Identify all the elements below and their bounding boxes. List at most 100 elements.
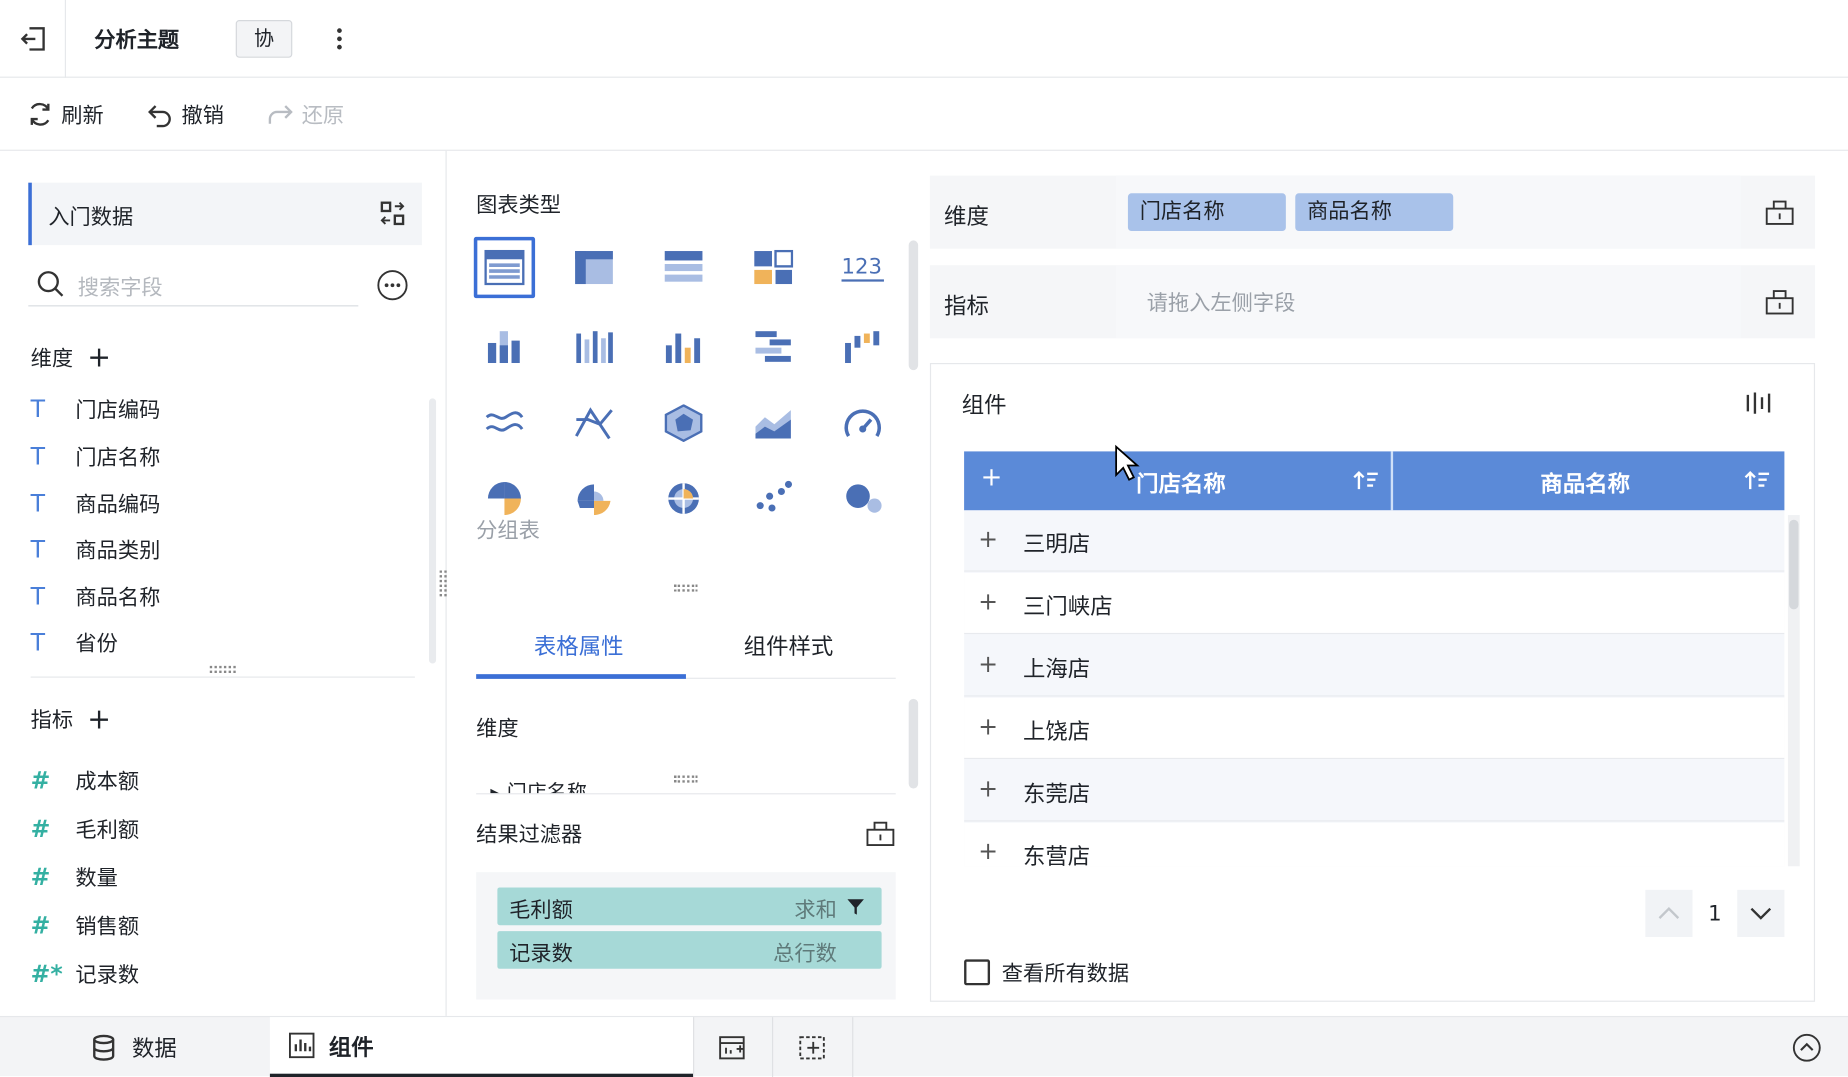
tab-table-properties[interactable]: 表格属性 xyxy=(534,629,624,661)
table-scrollbar[interactable] xyxy=(1787,515,1800,867)
chart-type-group-table[interactable] xyxy=(473,236,536,299)
resize-handle[interactable] xyxy=(674,584,698,592)
tab-component-style[interactable]: 组件样式 xyxy=(744,629,834,661)
add-measure-icon[interactable]: + xyxy=(87,705,111,733)
measure-field[interactable]: # 数量 xyxy=(31,862,118,893)
undo-label: 撤销 xyxy=(181,103,224,129)
chart-type-gauge[interactable] xyxy=(832,392,893,453)
chart-type-waterfall[interactable] xyxy=(832,316,893,377)
measure-field[interactable]: # 毛利额 xyxy=(31,813,139,844)
filter-pill[interactable]: 记录数 总行数 xyxy=(497,931,882,969)
chart-type-dashboard[interactable] xyxy=(743,237,804,298)
switch-dataset-icon[interactable] xyxy=(378,199,406,227)
dimension-settings-icon[interactable] xyxy=(1764,197,1795,228)
exit-button[interactable] xyxy=(0,0,67,78)
sort-icon[interactable] xyxy=(1353,470,1379,491)
panel-splitter[interactable] xyxy=(439,570,447,597)
add-dimension-icon[interactable]: + xyxy=(87,343,111,371)
dimension-field[interactable]: T 商品类别 xyxy=(31,534,161,565)
page-prev-button[interactable] xyxy=(1645,889,1693,937)
chart-type-cross-table[interactable] xyxy=(563,237,624,298)
table-row[interactable]: + 三门峡店 xyxy=(964,572,1785,635)
measure-field[interactable]: # 销售额 xyxy=(31,910,139,941)
field-search-input[interactable]: 搜索字段 xyxy=(28,262,359,307)
more-options-icon[interactable] xyxy=(376,269,409,302)
resize-handle[interactable] xyxy=(209,665,236,673)
expand-row-icon[interactable]: + xyxy=(978,587,998,615)
app-root: 分析主题 协 刷新 撤销 还原 入门数据 搜索字段 维度 + T 门店编码 T … xyxy=(0,0,1848,1077)
collapse-up-icon[interactable] xyxy=(1791,1032,1822,1063)
filter-drop-icon[interactable] xyxy=(865,818,896,849)
measure-settings-icon[interactable] xyxy=(1764,286,1795,317)
chart-type-column[interactable] xyxy=(653,316,714,377)
tab-component[interactable]: 组件 xyxy=(269,1017,694,1077)
chart-type-bubble[interactable] xyxy=(832,467,893,528)
refresh-button[interactable]: 刷新 xyxy=(26,99,104,130)
dataset-selector[interactable]: 入门数据 xyxy=(28,182,422,246)
page-next-button[interactable] xyxy=(1737,889,1785,937)
sort-icon[interactable] xyxy=(1744,470,1770,491)
dimension-chip[interactable]: 商品名称 xyxy=(1295,193,1454,232)
tab-data[interactable]: 数据 xyxy=(90,1017,177,1077)
view-all-data-checkbox[interactable]: 查看所有数据 xyxy=(964,957,1129,988)
scrollbar[interactable] xyxy=(429,398,437,664)
expand-row-icon[interactable]: + xyxy=(978,712,998,740)
dimension-field[interactable]: T 门店名称 xyxy=(31,441,161,472)
dimension-field[interactable]: T 商品编码 xyxy=(31,488,161,519)
redo-button[interactable]: 还原 xyxy=(266,99,344,130)
chart-type-scatter[interactable] xyxy=(743,467,804,528)
measure-field[interactable]: #* 记录数 xyxy=(31,958,139,989)
scrollbar-thumb[interactable] xyxy=(1789,519,1799,610)
props-dimension-item[interactable]: ▸ 门店名称 xyxy=(490,777,587,793)
chart-type-stacked-bar[interactable] xyxy=(474,316,535,377)
measure-title-label: 指标 xyxy=(30,708,74,734)
chart-type-area[interactable] xyxy=(743,392,804,453)
expand-all-icon[interactable]: + xyxy=(981,463,1003,492)
chart-types-title: 图表类型 xyxy=(476,193,562,219)
scrollbar[interactable] xyxy=(908,240,919,371)
chart-type-horizontal-bar[interactable] xyxy=(743,316,804,377)
chart-type-radar-line[interactable] xyxy=(563,392,624,453)
expand-row-icon[interactable]: + xyxy=(978,774,998,802)
resize-handle[interactable] xyxy=(674,775,698,783)
chart-settings-icon[interactable] xyxy=(1744,390,1775,416)
table-row[interactable]: + 三明店 xyxy=(964,510,1785,572)
undo-button[interactable]: 撤销 xyxy=(146,99,224,130)
chart-type-rose[interactable] xyxy=(563,467,624,528)
expand-row-icon[interactable]: + xyxy=(978,649,998,677)
add-component-button[interactable] xyxy=(693,1017,774,1077)
add-dashboard-button[interactable] xyxy=(773,1017,854,1077)
measure-drop-zone[interactable]: 请拖入左侧字段 xyxy=(1116,265,1741,339)
config-tabs: 表格属性 组件样式 xyxy=(476,615,896,679)
chart-type-detail-table[interactable] xyxy=(653,237,714,298)
expand-row-icon[interactable]: + xyxy=(978,524,998,552)
collaborate-button[interactable]: 协 xyxy=(235,20,293,58)
chart-type-line[interactable] xyxy=(474,392,535,453)
scrollbar[interactable] xyxy=(908,698,919,789)
cell-store-name: 上饶店 xyxy=(1023,718,1091,745)
dimension-chip[interactable]: 门店名称 xyxy=(1127,193,1286,232)
dimension-title-label: 维度 xyxy=(30,346,74,372)
dashboard-icon xyxy=(754,249,794,285)
table-row[interactable]: + 东营店 xyxy=(964,822,1785,867)
measure-section-title: 指标 + xyxy=(31,704,111,735)
filter-funnel-icon[interactable] xyxy=(846,897,865,916)
chart-type-kpi-number[interactable]: 123 xyxy=(832,237,893,298)
chart-type-sunburst[interactable] xyxy=(653,467,714,528)
table-row[interactable]: + 上饶店 xyxy=(964,697,1785,760)
table-row[interactable]: + 东莞店 xyxy=(964,760,1785,822)
chart-type-grouped-bar[interactable] xyxy=(563,316,624,377)
dimension-field[interactable]: T 省份 xyxy=(31,627,118,658)
table-row[interactable]: + 上海店 xyxy=(964,635,1785,697)
filter-pill[interactable]: 毛利额 求和 xyxy=(497,887,882,926)
refresh-icon xyxy=(30,102,50,126)
column-header[interactable]: + 门店名称 xyxy=(964,451,1394,511)
chart-type-radar[interactable] xyxy=(653,392,714,453)
measure-field[interactable]: # 成本额 xyxy=(31,765,139,796)
more-menu-icon[interactable] xyxy=(330,24,349,55)
dimension-drop-zone[interactable]: 门店名称 商品名称 xyxy=(1116,175,1741,249)
dimension-field[interactable]: T 门店编码 xyxy=(31,394,161,425)
dimension-field[interactable]: T 商品名称 xyxy=(31,581,161,612)
checkbox-box[interactable] xyxy=(964,959,991,986)
expand-row-icon[interactable]: + xyxy=(978,837,998,865)
